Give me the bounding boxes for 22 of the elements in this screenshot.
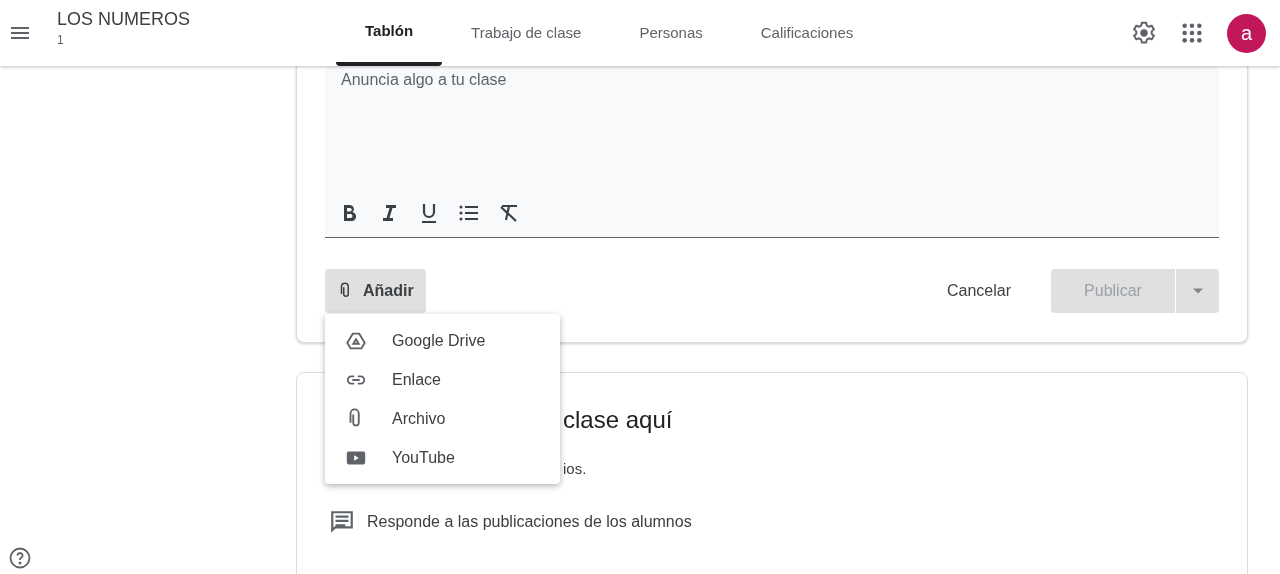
- announcement-field[interactable]: Anuncia algo a tu clase: [325, 66, 1219, 238]
- placeholder-text: Anuncia algo a tu clase: [341, 70, 508, 90]
- caret-icon: [1192, 288, 1203, 294]
- card-title: clase aquí: [563, 405, 674, 435]
- tab[interactable]: Personas: [610, 0, 732, 66]
- tab[interactable]: Trabajo de clase: [442, 0, 611, 66]
- tip-text: Responde a las publicaciones de los alumnos: [367, 511, 692, 532]
- apps-grid-icon[interactable]: [1181, 22, 1203, 44]
- comment-icon: [329, 508, 355, 535]
- tab[interactable]: Calificaciones: [731, 0, 883, 66]
- settings-icon[interactable]: [1131, 20, 1157, 46]
- menu-item[interactable]: Google Drive: [325, 321, 560, 360]
- class-section: 1: [57, 31, 277, 49]
- add-button[interactable]: Añadir: [325, 269, 426, 313]
- help-icon[interactable]: [8, 546, 32, 570]
- menu-item[interactable]: Enlace: [325, 360, 560, 399]
- menu-item[interactable]: Archivo: [325, 399, 560, 438]
- card-text: ios.: [563, 459, 588, 479]
- avatar[interactable]: a: [1227, 13, 1266, 53]
- menu-item[interactable]: YouTube: [325, 438, 560, 477]
- class-name[interactable]: LOS NUMEROS: [57, 7, 277, 31]
- cancel-button[interactable]: Cancelar: [930, 269, 1027, 313]
